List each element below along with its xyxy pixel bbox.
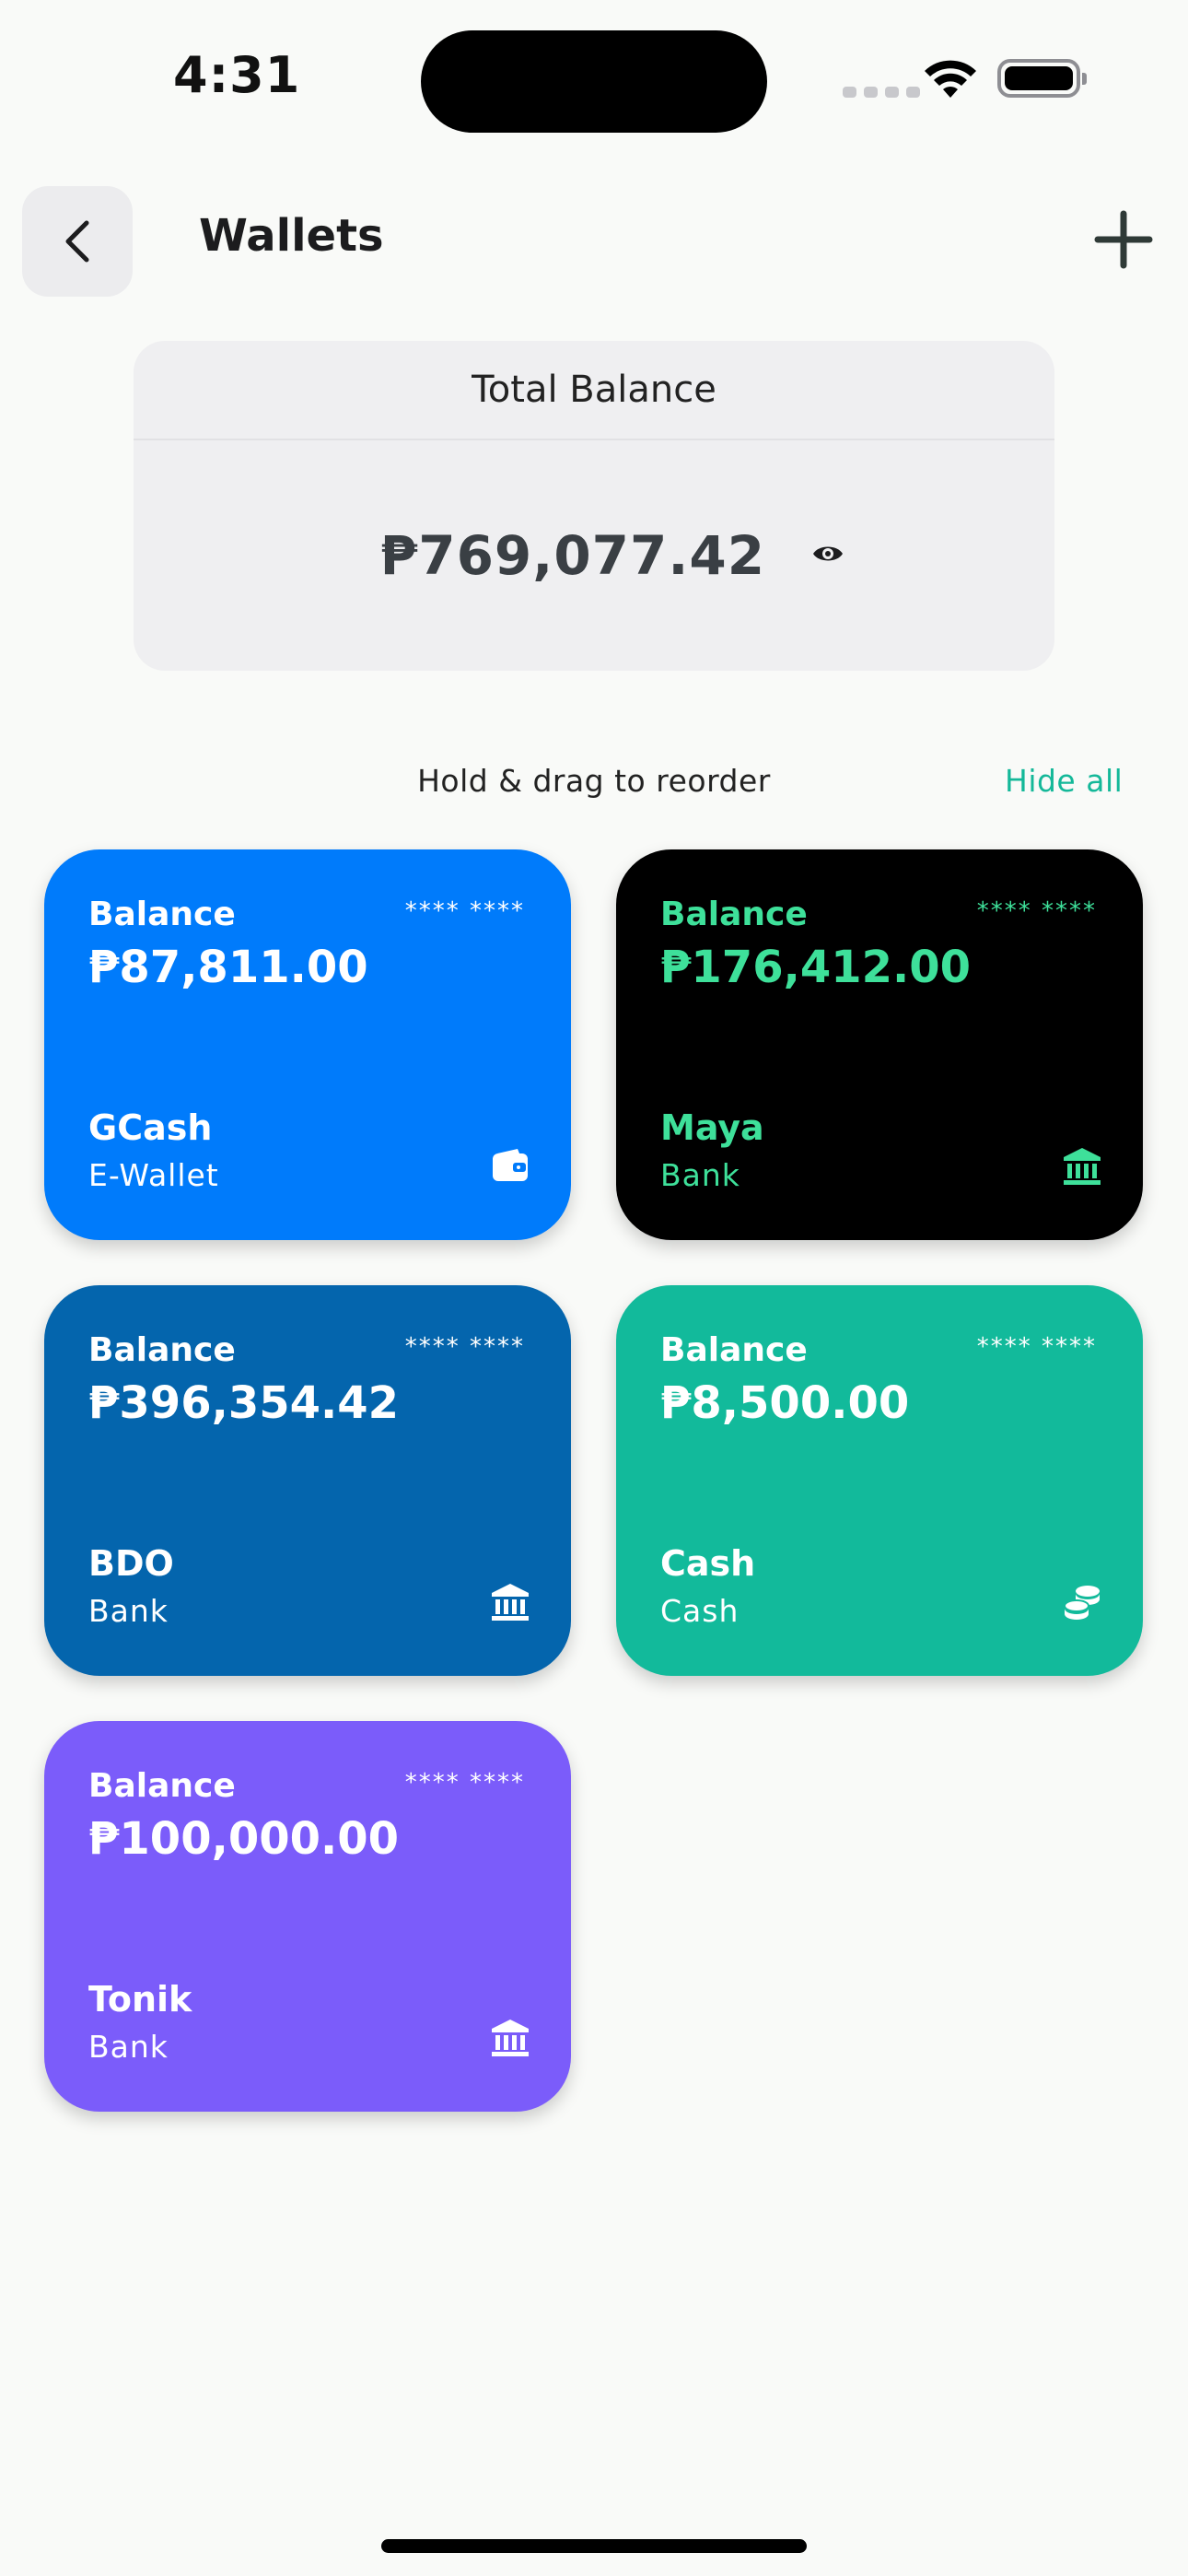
- total-balance-card: Total Balance ₱769,077.42: [134, 341, 1054, 671]
- wallet-balance-label: Balance: [88, 1767, 236, 1805]
- wallet-account-mask: **** ****: [404, 897, 525, 925]
- dynamic-island: [421, 30, 767, 133]
- wallet-icon: [490, 1146, 530, 1187]
- status-time: 4:31: [173, 46, 301, 104]
- coins-icon: [1062, 1582, 1102, 1622]
- wallet-balance-amount: ₱8,500.00: [660, 1377, 910, 1429]
- wallet-balance-label: Balance: [660, 896, 808, 933]
- wallet-name: Tonik: [88, 1979, 192, 2020]
- eye-icon: [813, 546, 844, 561]
- total-balance-value: ₱769,077.42: [379, 524, 766, 587]
- wallet-type: Cash: [660, 1593, 740, 1629]
- wallet-balance-label: Balance: [88, 896, 236, 933]
- chevron-left-icon: [65, 220, 89, 263]
- wallet-balance-amount: ₱396,354.42: [88, 1377, 400, 1429]
- wallet-account-mask: **** ****: [404, 1769, 525, 1797]
- wallet-balance-label: Balance: [88, 1331, 236, 1369]
- wallet-card-tonik[interactable]: Balance **** **** ₱100,000.00 Tonik Bank: [44, 1721, 571, 2112]
- back-button[interactable]: [22, 186, 133, 297]
- cellular-signal-icon: [843, 87, 920, 98]
- total-balance-label: Total Balance: [134, 341, 1054, 440]
- wallet-account-mask: **** ****: [404, 1333, 525, 1361]
- wallet-card-gcash[interactable]: Balance **** **** ₱87,811.00 GCash E-Wal…: [44, 849, 571, 1240]
- wallet-type: Bank: [660, 1157, 740, 1193]
- bank-icon: [1062, 1146, 1102, 1187]
- wallet-name: Maya: [660, 1107, 764, 1148]
- wallet-balance-amount: ₱87,811.00: [88, 942, 368, 993]
- add-wallet-button[interactable]: [1087, 203, 1160, 276]
- wallet-account-mask: **** ****: [976, 1333, 1097, 1361]
- wallet-type: E-Wallet: [88, 1157, 219, 1193]
- wallet-card-maya[interactable]: Balance **** **** ₱176,412.00 Maya Bank: [616, 849, 1143, 1240]
- wallet-name: BDO: [88, 1543, 174, 1584]
- wallet-name: Cash: [660, 1543, 756, 1584]
- wallet-card-cash[interactable]: Balance **** **** ₱8,500.00 Cash Cash: [616, 1285, 1143, 1676]
- toggle-visibility-button[interactable]: [811, 542, 844, 569]
- wifi-icon: [925, 60, 976, 98]
- wallet-balance-label: Balance: [660, 1331, 808, 1369]
- bank-icon: [490, 2018, 530, 2058]
- wallet-type: Bank: [88, 2029, 169, 2065]
- plus-icon: [1094, 210, 1153, 269]
- wallet-name: GCash: [88, 1107, 213, 1148]
- hide-all-button[interactable]: Hide all: [1005, 763, 1123, 799]
- wallet-balance-amount: ₱176,412.00: [660, 942, 972, 993]
- wallet-card-bdo[interactable]: Balance **** **** ₱396,354.42 BDO Bank: [44, 1285, 571, 1676]
- battery-icon: [997, 59, 1087, 98]
- wallet-balance-amount: ₱100,000.00: [88, 1813, 400, 1865]
- wallet-account-mask: **** ****: [976, 897, 1097, 925]
- page-title: Wallets: [199, 210, 384, 262]
- wallet-type: Bank: [88, 1593, 169, 1629]
- home-indicator[interactable]: [381, 2539, 807, 2553]
- bank-icon: [490, 1582, 530, 1622]
